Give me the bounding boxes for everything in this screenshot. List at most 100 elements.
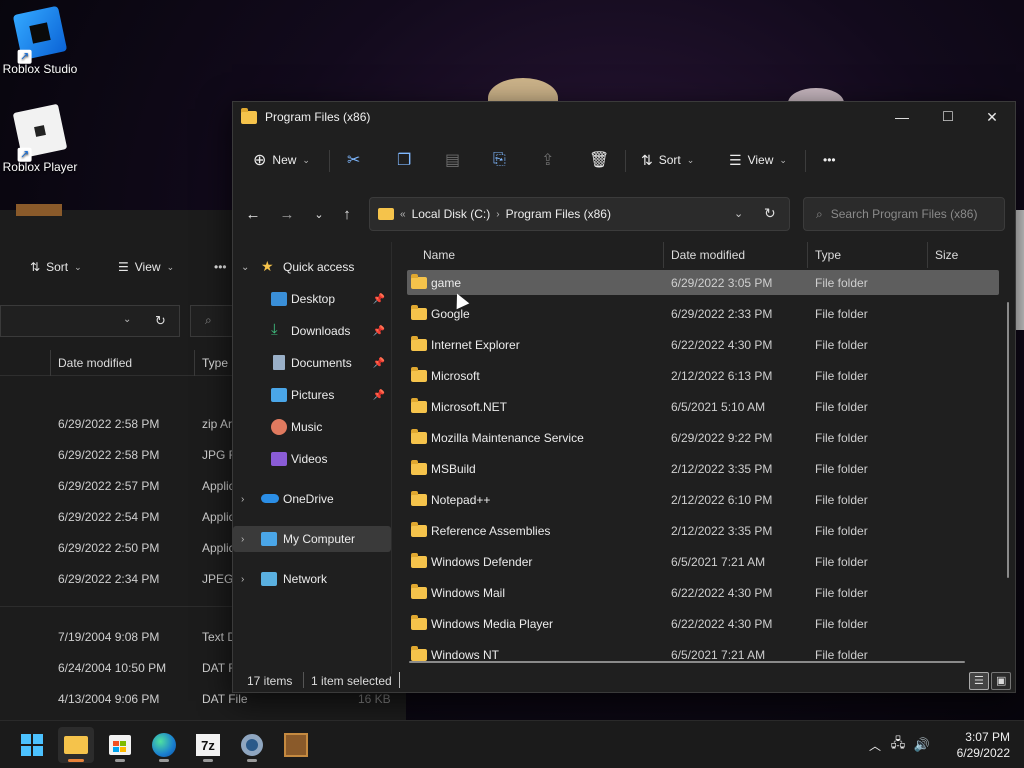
nav-onedrive[interactable]: › OneDrive [233, 486, 391, 512]
taskbar-microsoft-store[interactable] [102, 727, 138, 763]
title-bar[interactable]: Program Files (x86) — □ ✕ [233, 102, 1015, 132]
paste-button[interactable]: ▤ [445, 148, 460, 172]
details-view-icon: ☰ [974, 675, 984, 687]
folder-row[interactable]: MSBuild 2/12/2022 3:35 PM File folder [407, 456, 999, 481]
column-date-modified[interactable]: Date modified [58, 356, 132, 370]
breadcrumb-program-files[interactable]: Program Files (x86) [506, 207, 611, 221]
maximize-button[interactable]: □ [925, 102, 971, 132]
search-box[interactable]: ⌕ [803, 197, 1005, 231]
minimize-button[interactable]: — [879, 102, 925, 132]
folder-icon [64, 736, 88, 754]
share-button[interactable]: ⇪ [541, 148, 554, 172]
sort-button[interactable]: ⇅ Sort ⌄ [641, 148, 694, 172]
column-divider[interactable] [807, 242, 808, 268]
folder-row[interactable]: Internet Explorer 6/22/2022 4:30 PM File f… [407, 332, 999, 357]
arrow-left-icon: ← [245, 205, 261, 223]
address-bar[interactable]: « Local Disk (C:) › Program Files (x86) … [369, 197, 790, 231]
refresh-icon[interactable]: ↻ [155, 313, 166, 329]
folder-row[interactable]: Windows Media Player 6/22/2022 4:30 PM Fil… [407, 611, 999, 636]
chevron-down-icon: ⌄ [314, 208, 324, 221]
new-button[interactable]: ⊕ New ⌄ [253, 148, 310, 172]
taskbar-file-explorer[interactable] [58, 727, 94, 763]
chevron-right-icon[interactable]: › [241, 494, 244, 505]
taskbar-settings[interactable] [234, 727, 270, 763]
folder-row[interactable]: Windows NT 6/5/2021 7:21 AM File folder [407, 642, 999, 662]
nav-pictures[interactable]: Pictures 📌 [233, 382, 391, 408]
pictures-icon [271, 388, 287, 402]
column-date-modified[interactable]: Date modified [671, 248, 745, 262]
cut-button[interactable]: ✂ [347, 148, 360, 172]
more-options-button[interactable]: ••• [823, 148, 836, 172]
folder-icon [411, 274, 427, 289]
nav-network[interactable]: › Network [233, 566, 391, 592]
network-status-icon[interactable]: 🖧 [886, 734, 910, 756]
address-bar[interactable]: ⌄ ↻ [0, 305, 180, 337]
start-button[interactable] [14, 727, 50, 763]
vertical-scrollbar[interactable] [1007, 302, 1009, 578]
nav-downloads[interactable]: ⤓ Downloads 📌 [233, 318, 391, 344]
taskbar: 7z ︿ 🖧 🔊 3:07 PM 6/29/2022 [0, 720, 1024, 768]
breadcrumb-local-disk[interactable]: Local Disk (C:) [412, 207, 491, 221]
recent-locations-button[interactable]: ⌄ [307, 203, 331, 225]
address-overflow[interactable]: « [400, 209, 406, 220]
nav-my-computer[interactable]: › My Computer [233, 526, 391, 552]
file-row[interactable]: 4/13/2004 9:06 PM DAT File 16 KB [0, 690, 406, 710]
cloud-icon [261, 494, 279, 503]
column-divider[interactable] [927, 242, 928, 268]
taskbar-edge[interactable] [146, 727, 182, 763]
folder-row[interactable]: Google 6/29/2022 2:33 PM File folder [407, 301, 999, 326]
rename-button[interactable]: ⎘ [493, 148, 506, 172]
folder-row[interactable]: Windows Mail 6/22/2022 4:30 PM File folder [407, 580, 999, 605]
folder-row[interactable]: Reference Assemblies 2/12/2022 3:35 PM Fil… [407, 518, 999, 543]
chevron-right-icon[interactable]: › [241, 574, 244, 585]
chevron-up-icon[interactable]: ︿ [864, 737, 886, 754]
nav-music[interactable]: Music [233, 414, 391, 440]
up-button[interactable]: ↑ [335, 203, 359, 225]
view-label: View [747, 153, 774, 167]
folder-row[interactable]: Windows Defender 6/5/2021 7:21 AM File fol… [407, 549, 999, 574]
large-icons-view-button[interactable]: ▣ [991, 672, 1011, 690]
details-view-button[interactable]: ☰ [969, 672, 989, 690]
pin-icon: 📌 [372, 389, 385, 401]
folder-row[interactable]: Notepad++ 2/12/2022 6:10 PM File folder [407, 487, 999, 512]
nav-videos[interactable]: Videos [233, 446, 391, 472]
taskbar-bdsx[interactable] [278, 727, 314, 763]
column-type[interactable]: Type [815, 248, 841, 262]
nav-documents[interactable]: Documents 📌 [233, 350, 391, 376]
address-dropdown-button[interactable]: ⌄ [734, 207, 743, 220]
explorer-window[interactable]: Program Files (x86) — □ ✕ ⊕ New ⌄ ✂ ❐ ▤ … [232, 101, 1016, 693]
more-options-button[interactable]: ••• [214, 260, 227, 274]
horizontal-scrollbar[interactable] [409, 661, 965, 663]
chevron-down-icon[interactable]: ⌄ [241, 262, 249, 273]
folder-row[interactable]: game 6/29/2022 3:05 PM File folder [407, 270, 999, 295]
refresh-button[interactable]: ↻ [764, 205, 776, 222]
nav-desktop[interactable]: Desktop 📌 [233, 286, 391, 312]
chevron-right-icon[interactable]: › [241, 534, 244, 545]
folder-row[interactable]: Mozilla Maintenance Service 6/29/2022 9:2… [407, 425, 999, 450]
copy-button[interactable]: ❐ [397, 148, 411, 172]
column-name[interactable]: Name [423, 248, 455, 262]
folder-type: File folder [815, 462, 868, 476]
column-type[interactable]: Type [202, 356, 228, 370]
delete-button[interactable]: 🗑 [589, 148, 609, 172]
taskbar-clock[interactable]: 3:07 PM 6/29/2022 [930, 729, 1010, 761]
pane-divider[interactable] [391, 242, 392, 674]
desktop-icon-roblox-studio[interactable]: ↗ Roblox Studio [0, 5, 80, 76]
view-button[interactable]: ☰ View ⌄ [729, 148, 787, 172]
folder-row[interactable]: Microsoft 2/12/2022 6:13 PM File folder [407, 363, 999, 388]
column-size[interactable]: Size [935, 248, 958, 262]
desktop-icon-roblox-player[interactable]: ↗ Roblox Player [0, 103, 80, 174]
bdsx-desktop-icon-peek [16, 204, 62, 216]
folder-row[interactable]: Microsoft.NET 6/5/2021 5:10 AM File folder [407, 394, 999, 419]
search-input[interactable] [830, 207, 1001, 221]
sort-button[interactable]: ⇅ Sort ⌄ [30, 260, 82, 274]
close-button[interactable]: ✕ [969, 102, 1015, 132]
view-button[interactable]: ☰ View ⌄ [118, 260, 174, 274]
chevron-down-icon[interactable]: ⌄ [123, 314, 131, 325]
nav-quick-access[interactable]: ⌄ ★ Quick access [233, 254, 391, 280]
folder-name: Microsoft.NET [431, 400, 508, 414]
back-button[interactable]: ← [241, 203, 265, 225]
taskbar-7zip[interactable]: 7z [190, 727, 226, 763]
column-divider[interactable] [663, 242, 664, 268]
forward-button[interactable]: → [275, 203, 299, 225]
